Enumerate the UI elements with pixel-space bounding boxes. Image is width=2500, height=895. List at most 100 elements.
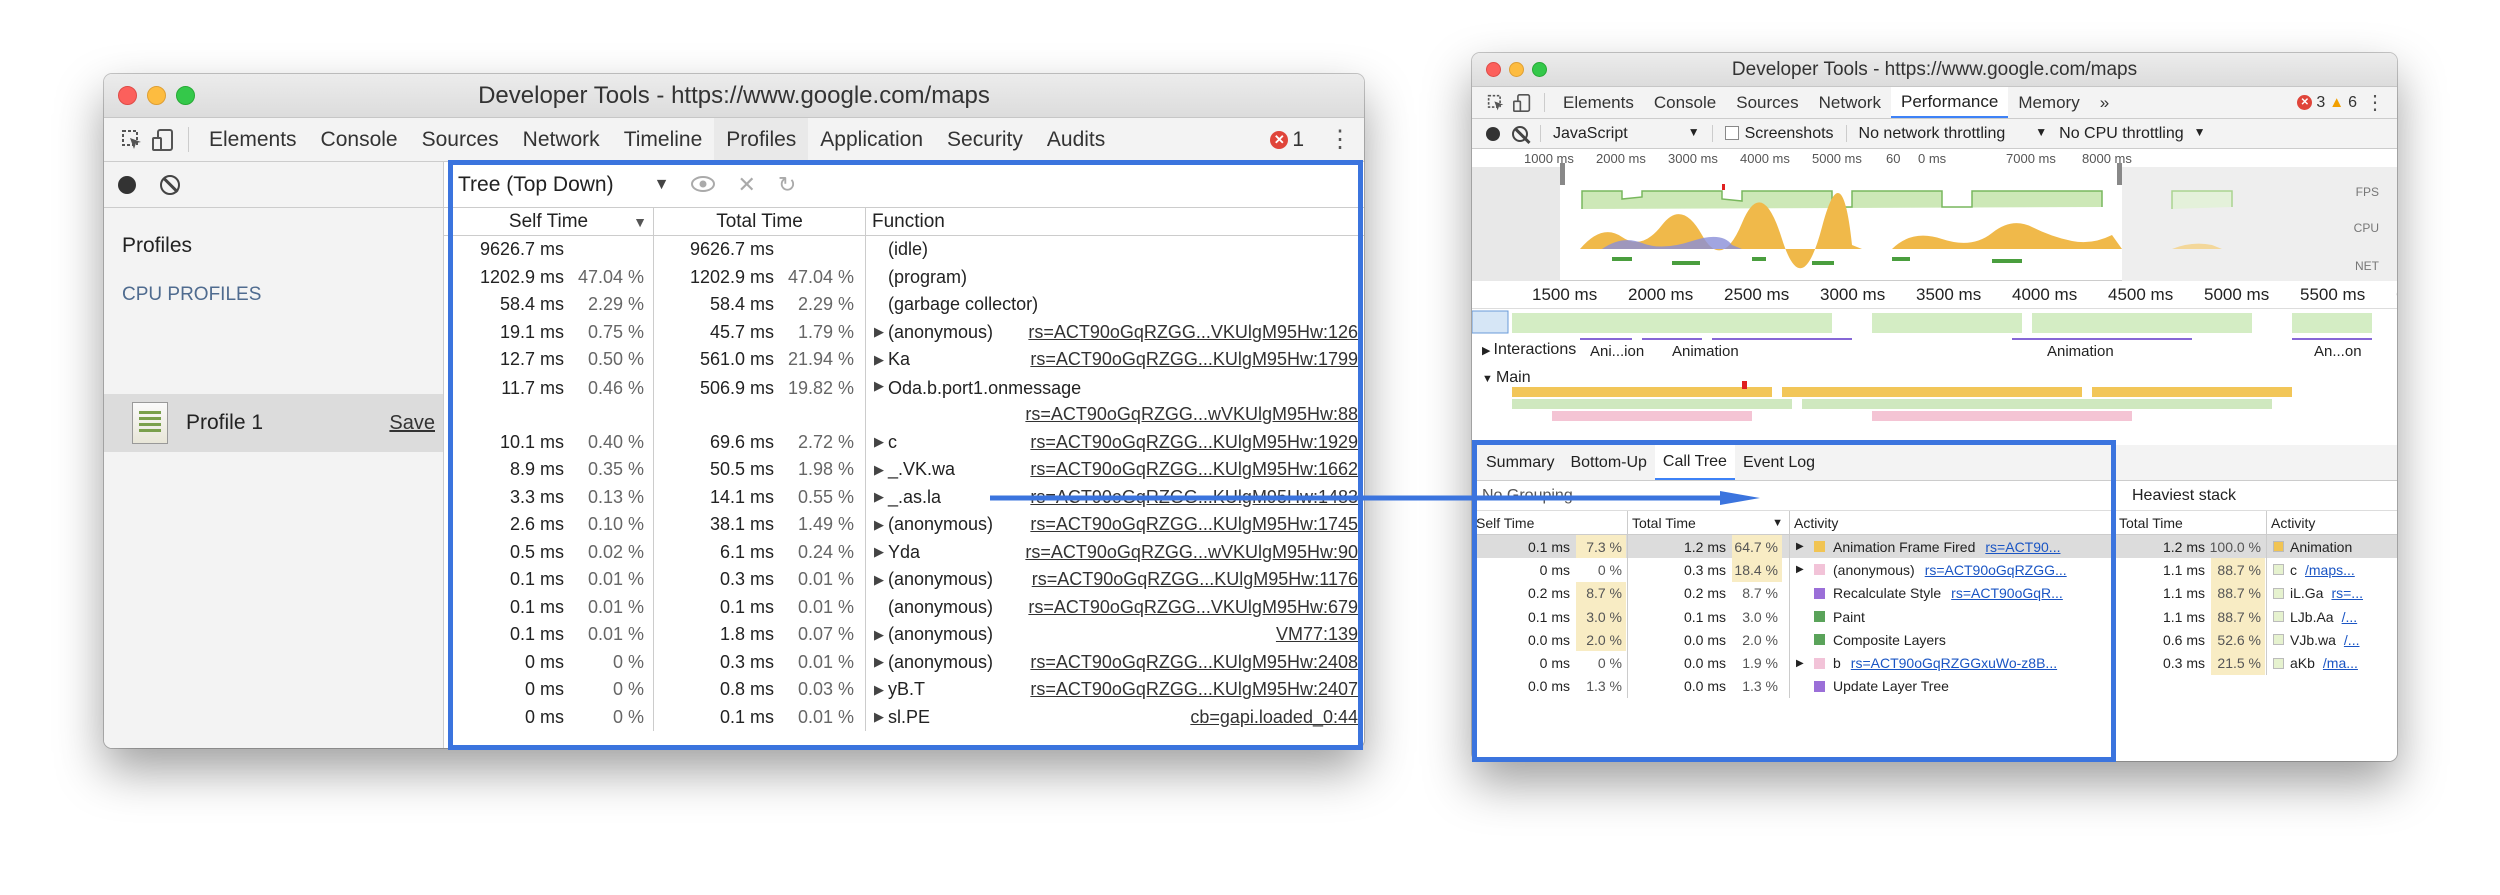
call-tree-row[interactable]: 0.1 ms 3.0 % 0.1 ms 3.0 % Paint 1.1 ms 88.7 % L… [1472,604,2397,629]
heaviest-activity-header[interactable]: Activity [2267,511,2315,534]
interaction-animation[interactable]: Animation [2047,343,2114,360]
tab-audits[interactable]: Audits [1035,118,1117,161]
activity-source-link[interactable]: /... [2342,609,2358,625]
device-toolbar-icon[interactable] [1508,93,1536,113]
tab-console[interactable]: Console [309,118,410,161]
expand-arrow-icon[interactable]: ▶ [874,709,888,725]
tree-row[interactable]: 1202.9 ms 47.04 % 1202.9 ms 47.04 % (program… [444,263,1364,291]
activity-source-link[interactable]: rs=... [2331,585,2363,601]
focus-eye-icon[interactable] [691,172,716,198]
source-link[interactable]: VM77:139 [1276,624,1358,645]
restore-reload-icon[interactable]: ↻ [778,172,796,198]
console-counts[interactable]: ✕ 3 ▲ 6 [2297,94,2357,112]
interaction-animation[interactable]: Animation [1672,343,1739,360]
tree-row[interactable]: 0.1 ms 0.01 % 0.1 ms 0.01 % (anonymous) rs=AC… [444,593,1364,621]
tab-summary[interactable]: Summary [1478,445,1562,480]
tree-row[interactable]: 0.1 ms 0.01 % 0.3 ms 0.01 % ▶ (anonymous) rs=A… [444,566,1364,594]
total-time-header[interactable]: Total Time ▼ [1628,511,1790,534]
source-link[interactable]: cb=gapi.loaded_0:44 [1190,707,1358,728]
minimize-button[interactable] [147,86,166,105]
tree-row[interactable]: 19.1 ms 0.75 % 45.7 ms 1.79 % ▶ (anonymous) rs… [444,318,1364,346]
tree-row[interactable]: 9626.7 ms 9626.7 ms (idle) [444,236,1364,264]
expand-arrow-icon[interactable]: ▶ [1796,658,1810,669]
zoom-button[interactable] [176,86,195,105]
call-tree-row[interactable]: 0 ms 0 % 0.3 ms 18.4 % ▶ (anonymous) rs=ACT90o… [1472,558,2397,582]
tab-application[interactable]: Application [808,118,935,161]
call-tree-row[interactable]: 0.0 ms 2.0 % 0.0 ms 2.0 % Composite Layers 0.… [1472,628,2397,652]
timeline-overview[interactable]: 1000 ms 2000 ms 3000 ms 4000 ms 5000 ms 60 0 m… [1472,149,2397,281]
expand-arrow-icon[interactable]: ▶ [874,434,888,450]
expand-arrow-icon[interactable]: ▶ [874,352,888,368]
tab-call-tree[interactable]: Call Tree [1654,445,1735,480]
expand-arrow-icon[interactable]: ▶ [874,378,888,394]
tree-row[interactable]: 0.5 ms 0.02 % 6.1 ms 0.24 % ▶ Yda rs=ACT90oGqR… [444,538,1364,566]
tab-memory[interactable]: Memory [2008,87,2089,118]
tree-row[interactable]: 8.9 ms 0.35 % 50.5 ms 1.98 % ▶ _.VK.wa rs=ACT9… [444,456,1364,484]
error-count-badge[interactable]: ✕ 1 [1270,128,1304,152]
device-toolbar-icon[interactable] [146,128,180,152]
expand-arrow-icon[interactable]: ▶ [874,324,888,340]
activity-source-link[interactable]: rs=ACT90... [1985,539,2060,555]
tab-sources[interactable]: Sources [1726,87,1808,118]
activity-source-link[interactable]: rs=ACT90oGqRZGGxuWo-z8B... [1851,655,2057,671]
tab-performance[interactable]: Performance [1890,87,2009,118]
flame-chart[interactable]: 1500 ms 2000 ms 2500 ms 3000 ms 3500 ms 4000 … [1472,281,2397,457]
source-link[interactable]: rs=ACT90oGqRZGG...KUlgM95Hw:1745 [1030,514,1358,535]
source-link[interactable]: rs=ACT90oGqRZGG...KUlgM95Hw:1483 [1030,487,1358,508]
expand-arrow-icon[interactable]: ▶ [874,462,888,478]
activity-source-link[interactable]: rs=ACT90oGqRZGG... [1925,562,2067,578]
source-link[interactable]: rs=ACT90oGqRZGG...wVKUlgM95Hw:88 [1025,404,1358,425]
tree-row[interactable]: 12.7 ms 0.50 % 561.0 ms 21.94 % ▶ Ka rs=ACT90o… [444,346,1364,374]
source-link[interactable]: rs=ACT90oGqRZGG...KUlgM95Hw:1799 [1030,349,1358,370]
tab-profiles[interactable]: Profiles [714,118,809,161]
more-tabs-icon[interactable]: » [2090,87,2119,118]
more-options-icon[interactable]: ⋮ [1328,125,1352,154]
close-button[interactable] [118,86,137,105]
tab-console[interactable]: Console [1644,87,1726,118]
heaviest-total-header[interactable]: Total Time [2115,511,2267,534]
more-options-icon[interactable]: ⋮ [2365,90,2385,115]
inspect-element-icon[interactable] [1484,94,1508,112]
tree-row[interactable]: 2.6 ms 0.10 % 38.1 ms 1.49 % ▶ (anonymous) rs=… [444,511,1364,539]
source-link[interactable]: rs=ACT90oGqRZGG...KUlgM95Hw:1929 [1030,432,1358,453]
activity-header[interactable]: Activity [1790,511,2115,534]
tab-timeline[interactable]: Timeline [612,118,715,161]
interactions-track[interactable]: ▶ Interactions [1482,341,1576,359]
tree-row[interactable]: 3.3 ms 0.13 % 14.1 ms 0.55 % ▶ _.as.la rs=ACT9… [444,483,1364,511]
source-link[interactable]: rs=ACT90oGqRZGG...VKUlgM95Hw:679 [1028,597,1358,618]
record-icon[interactable] [118,175,136,194]
cpu-throttling-select[interactable]: No CPU throttling ▼ [2059,125,2205,143]
tree-row[interactable]: 0 ms 0 % 0.1 ms 0.01 % ▶ sl.PE cb=gapi.loaded_… [444,703,1364,731]
tab-security[interactable]: Security [935,118,1035,161]
total-time-header[interactable]: Total Time [654,208,866,235]
zoom-button[interactable] [1532,62,1547,77]
activity-source-link[interactable]: rs=ACT90oGqR... [1951,585,2063,601]
screenshots-checkbox[interactable]: Screenshots [1724,125,1834,143]
tree-row[interactable]: 11.7 ms 0.46 % 506.9 ms 19.82 % ▶ Oda.b.port1… [444,373,1364,429]
expand-arrow-icon[interactable]: ▶ [1796,564,1810,575]
activity-source-link[interactable]: /maps... [2305,562,2355,578]
tree-row[interactable]: 10.1 ms 0.40 % 69.6 ms 2.72 % ▶ c rs=ACT90oGqR… [444,428,1364,456]
tab-bottom-up[interactable]: Bottom-Up [1562,445,1654,480]
js-dropdown[interactable]: JavaScript ▼ [1553,125,1700,143]
call-tree-row[interactable]: 0.0 ms 1.3 % 0.0 ms 1.3 % Update Layer Tree [1472,674,2397,699]
expand-arrow-icon[interactable]: ▶ [874,654,888,670]
expand-arrow-icon[interactable]: ▶ [1796,541,1810,552]
view-mode-select[interactable]: Tree (Top Down) ▼ [458,173,669,197]
source-link[interactable]: rs=ACT90oGqRZGG...KUlgM95Hw:1176 [1032,569,1358,590]
expand-arrow-icon[interactable]: ▶ [874,544,888,560]
exclude-close-icon[interactable]: ✕ [737,172,755,198]
tab-elements[interactable]: Elements [1553,87,1644,118]
source-link[interactable]: rs=ACT90oGqRZGG...wVKUlgM95Hw:90 [1025,542,1358,563]
function-header[interactable]: Function [866,208,1364,235]
tab-network[interactable]: Network [1809,87,1891,118]
expand-arrow-icon[interactable]: ▶ [874,627,888,643]
clear-icon[interactable] [1512,125,1528,142]
expand-arrow-icon[interactable]: ▶ [874,489,888,505]
activity-source-link[interactable]: /... [2344,632,2360,648]
call-tree-row[interactable]: 0.1 ms 7.3 % 1.2 ms 64.7 % ▶ Animation Frame … [1472,535,2397,559]
interaction-animation[interactable]: Ani...ion [1590,343,1644,360]
main-track[interactable]: ▼ Main [1482,369,1531,387]
activity-source-link[interactable]: /ma... [2323,655,2358,671]
profile-list-item[interactable]: Profile 1 Save [104,394,443,452]
